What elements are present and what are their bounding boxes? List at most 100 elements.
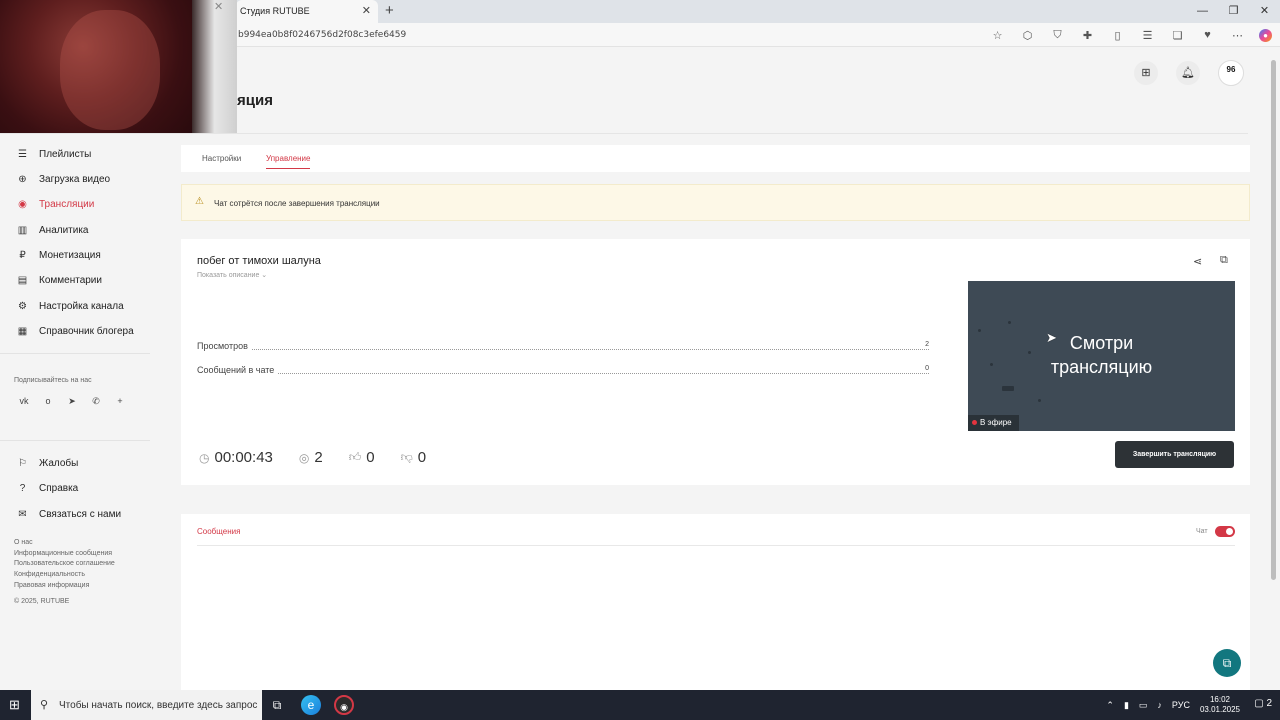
sidebar-item-help[interactable]: ? Справка bbox=[16, 479, 79, 497]
sidebar-item-monetization[interactable]: ₽ Монетизация bbox=[16, 246, 100, 264]
obs-studio-icon[interactable]: ◉ bbox=[334, 695, 354, 715]
stat-label: Просмотров bbox=[197, 341, 251, 351]
tab-management[interactable]: Управление bbox=[266, 154, 311, 169]
footer-link-info[interactable]: Информационные сообщения bbox=[14, 549, 115, 560]
browser-toolbar: ☆ ⬡ ⛉ ✚ ▯ ☰ ❏ ♥ ⋯ ● bbox=[989, 23, 1272, 47]
footer-link-privacy[interactable]: Конфиденциальность bbox=[14, 570, 115, 581]
notifications-bell-icon[interactable]: 🔔︎ bbox=[1176, 61, 1200, 85]
preview-speck bbox=[1038, 399, 1041, 402]
footer-link-terms[interactable]: Пользовательское соглашение bbox=[14, 559, 115, 570]
chat-notice: ⚠ Чат сотрётся после завершения трансляц… bbox=[181, 184, 1250, 221]
viewers-icon: ◎ bbox=[298, 450, 310, 465]
extension-icon[interactable]: ⬡ bbox=[1019, 29, 1036, 42]
stream-metrics: ◷ 00:00:43 ◎ 2 👍︎ 0 👎︎ 0 bbox=[199, 449, 452, 466]
share-icon[interactable]: ⋖ bbox=[1193, 255, 1202, 268]
taskbar-search[interactable]: ⚲ Чтобы начать поиск, введите здесь запр… bbox=[31, 690, 262, 720]
sidebar-item-analytics[interactable]: ▥ Аналитика bbox=[16, 221, 89, 239]
sidebar: ☰ Плейлисты ⊕ Загрузка видео ◉ Трансляции ▥… bbox=[0, 134, 150, 690]
stat-views: Просмотров 2 bbox=[197, 341, 929, 353]
duration-value: 00:00:43 bbox=[214, 449, 273, 466]
stream-preview[interactable]: Смотри трансляцию В эфире bbox=[968, 281, 1235, 431]
tray-app-icon[interactable]: ▮ bbox=[1124, 700, 1129, 711]
close-window-button[interactable]: ✕ bbox=[1249, 0, 1280, 23]
likes-metric: 👍︎ 0 bbox=[349, 449, 375, 466]
upload-icon: ⊕ bbox=[18, 173, 27, 185]
sidebar-item-broadcasts[interactable]: ◉ Трансляции bbox=[16, 195, 94, 213]
more-icon[interactable]: ⋯ bbox=[1229, 29, 1246, 42]
show-description-link[interactable]: Показать описание ⌄ bbox=[197, 271, 267, 279]
system-tray: ⌃ ▮ ▭ ♪ РУС 16:02 03.01.2025 bbox=[1106, 690, 1240, 720]
browser-tab[interactable]: Студия RUTUBE ✕ bbox=[236, 0, 378, 23]
chat-toggle[interactable] bbox=[1215, 526, 1235, 537]
stat-value: 2 bbox=[922, 341, 929, 348]
preview-line-1: Смотри bbox=[1069, 333, 1134, 353]
scrollbar-thumb[interactable] bbox=[1271, 60, 1276, 580]
plus-icon[interactable]: + bbox=[112, 396, 128, 407]
performance-icon[interactable]: ♥ bbox=[1199, 29, 1216, 41]
edge-browser-icon[interactable]: e bbox=[301, 695, 321, 715]
window-controls: — ❐ ✕ bbox=[1187, 0, 1280, 23]
sidebar-item-complaints[interactable]: ⚐ Жалобы bbox=[16, 454, 78, 472]
tray-chevron-icon[interactable]: ⌃ bbox=[1106, 700, 1114, 711]
add-content-icon[interactable]: ⊞ bbox=[1134, 61, 1158, 85]
stream-card: побег от тимохи шалуна Показать описание… bbox=[181, 239, 1250, 485]
webcam-background bbox=[192, 0, 237, 133]
book-icon: ▦ bbox=[17, 325, 28, 337]
vk-icon[interactable]: vk bbox=[16, 396, 32, 407]
copilot-icon[interactable]: ● bbox=[1259, 28, 1272, 42]
thumbs-down-icon: 👎︎ bbox=[400, 450, 413, 464]
clock-date: 03.01.2025 bbox=[1199, 705, 1240, 714]
broadcast-tabs: Настройки Управление bbox=[181, 145, 1250, 172]
windows-start-icon[interactable]: ⊞ bbox=[9, 697, 20, 713]
duration-metric: ◷ 00:00:43 bbox=[199, 449, 273, 466]
sidebar-item-blogger-guide[interactable]: ▦ Справочник блогера bbox=[16, 322, 134, 340]
windows-taskbar: ⊞ ⚲ Чтобы начать поиск, введите здесь за… bbox=[0, 690, 1280, 720]
stat-value: 0 bbox=[922, 365, 929, 372]
dot-leader bbox=[197, 349, 929, 350]
footer-link-about[interactable]: О нас bbox=[14, 538, 115, 549]
volume-icon[interactable]: ♪ bbox=[1157, 700, 1162, 710]
url-field[interactable]: b994ea0b8f0246756d2f08c3efe6459 bbox=[238, 23, 406, 47]
stat-label: Сообщений в чате bbox=[197, 365, 278, 375]
broadcast-icon: ◉ bbox=[18, 198, 27, 210]
viber-icon[interactable]: ✆ bbox=[88, 396, 104, 407]
likes-value: 0 bbox=[366, 449, 375, 466]
favorite-star-icon[interactable]: ☆ bbox=[989, 29, 1006, 42]
telegram-icon[interactable]: ➤ bbox=[64, 396, 80, 407]
sidebar-item-comments[interactable]: ▤ Комментарии bbox=[16, 271, 102, 289]
notification-center-icon[interactable]: ▢ 2 bbox=[1254, 698, 1272, 709]
tab-messages[interactable]: Сообщения bbox=[197, 527, 240, 536]
chat-toggle-label: Чат bbox=[1196, 528, 1208, 535]
channel-avatar[interactable]: 96 bbox=[1218, 60, 1244, 86]
network-icon[interactable]: ▭ bbox=[1139, 700, 1148, 711]
shield-icon[interactable]: ⛉ bbox=[1049, 29, 1066, 42]
minimize-button[interactable]: — bbox=[1187, 0, 1218, 23]
sidebar-item-label: Аналитика bbox=[39, 224, 89, 236]
restore-button[interactable]: ❐ bbox=[1218, 0, 1249, 23]
preview-speck bbox=[1008, 321, 1011, 324]
close-tab-icon[interactable]: ✕ bbox=[362, 0, 371, 23]
task-view-icon[interactable]: ⧉ bbox=[267, 695, 287, 715]
split-screen-icon[interactable]: ▯ bbox=[1109, 29, 1126, 42]
support-chat-button[interactable]: ⧉ bbox=[1213, 649, 1241, 677]
pin-icon: ✕ bbox=[214, 1, 224, 13]
ok-icon[interactable]: ᴏ bbox=[40, 396, 56, 407]
favorites-icon[interactable]: ☰ bbox=[1139, 29, 1156, 42]
puzzle-icon[interactable]: ✚ bbox=[1079, 29, 1096, 42]
sidebar-item-contact[interactable]: ✉ Связаться с нами bbox=[16, 505, 121, 523]
open-external-icon[interactable]: ⧉ bbox=[1220, 254, 1228, 267]
collections-icon[interactable]: ❏ bbox=[1169, 29, 1186, 42]
live-dot-icon bbox=[972, 420, 977, 426]
clock-icon: ◷ bbox=[199, 450, 210, 465]
footer-link-legal[interactable]: Правовая информация bbox=[14, 581, 115, 592]
new-tab-button[interactable]: + bbox=[385, 2, 394, 19]
sidebar-item-channel-settings[interactable]: ⚙ Настройка канала bbox=[16, 297, 124, 315]
sidebar-item-playlists[interactable]: ☰ Плейлисты bbox=[16, 145, 91, 163]
taskbar-clock[interactable]: 16:02 03.01.2025 bbox=[1200, 695, 1240, 715]
header-divider bbox=[0, 133, 1248, 134]
tab-settings[interactable]: Настройки bbox=[202, 154, 241, 163]
sidebar-item-upload[interactable]: ⊕ Загрузка видео bbox=[16, 170, 110, 188]
end-stream-button[interactable]: Завершить трансляцию bbox=[1115, 441, 1234, 468]
mail-icon: ✉ bbox=[18, 508, 27, 520]
language-indicator[interactable]: РУС bbox=[1172, 700, 1190, 710]
